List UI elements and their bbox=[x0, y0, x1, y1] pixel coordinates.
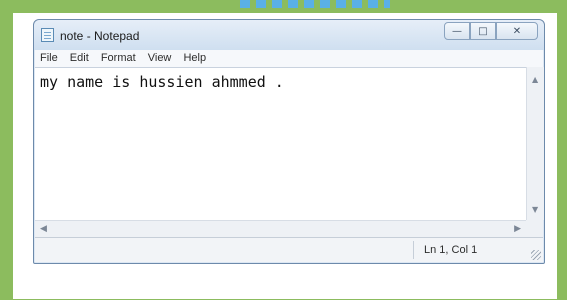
window-controls: — □ ✕ bbox=[444, 22, 538, 42]
text-editor-area[interactable]: my name is hussien ahmmed . bbox=[35, 67, 526, 221]
notepad-window: note - Notepad — □ ✕ File Edit Format Vi… bbox=[33, 19, 545, 264]
menu-view[interactable]: View bbox=[143, 50, 176, 64]
vertical-scrollbar[interactable]: ▲ ▼ bbox=[526, 67, 544, 220]
close-icon: ✕ bbox=[512, 25, 522, 37]
menu-format[interactable]: Format bbox=[96, 50, 140, 64]
scroll-corner bbox=[526, 220, 543, 237]
cursor-position: Ln 1, Col 1 bbox=[424, 244, 478, 256]
resize-grip-icon[interactable] bbox=[531, 250, 541, 260]
notepad-icon bbox=[41, 28, 54, 42]
minimize-icon: — bbox=[452, 25, 462, 37]
menu-bar: File Edit Format View Help bbox=[35, 50, 543, 67]
scroll-left-icon[interactable]: ◀ bbox=[40, 224, 47, 234]
maximize-icon: □ bbox=[478, 25, 488, 37]
decorative-dashes bbox=[240, 0, 390, 8]
editor-text[interactable]: my name is hussien ahmmed . bbox=[40, 73, 284, 91]
horizontal-scrollbar[interactable]: ◀ ▶ bbox=[35, 220, 526, 238]
title-bar[interactable]: note - Notepad — □ ✕ bbox=[34, 20, 544, 50]
scroll-up-icon[interactable]: ▲ bbox=[532, 75, 538, 84]
menu-help[interactable]: Help bbox=[178, 50, 210, 64]
maximize-button[interactable]: □ bbox=[470, 22, 496, 40]
status-separator bbox=[413, 241, 414, 259]
status-bar: Ln 1, Col 1 bbox=[35, 237, 543, 262]
scroll-down-icon[interactable]: ▼ bbox=[532, 205, 538, 214]
menu-file[interactable]: File bbox=[35, 50, 62, 64]
menu-edit[interactable]: Edit bbox=[65, 50, 93, 64]
close-button[interactable]: ✕ bbox=[496, 22, 538, 40]
scroll-right-icon[interactable]: ▶ bbox=[514, 224, 521, 234]
minimize-button[interactable]: — bbox=[444, 22, 470, 40]
window-title: note - Notepad bbox=[60, 29, 140, 43]
